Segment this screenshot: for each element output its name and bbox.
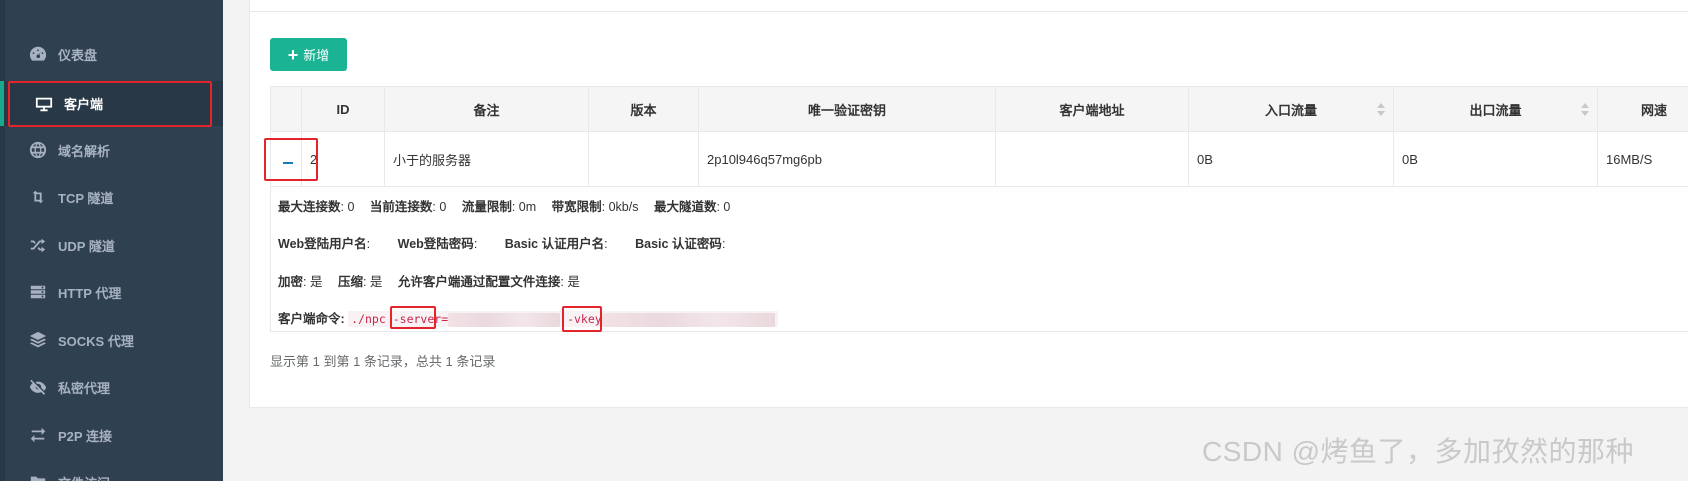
command-label: 客户端命令: (278, 312, 345, 326)
cell-version (588, 131, 699, 187)
sidebar-item-label: UDP 隧道 (58, 238, 115, 254)
sidebar-item-socks[interactable]: SOCKS 代理 (0, 320, 223, 360)
col-header-addr[interactable]: 客户端地址 (995, 86, 1189, 132)
col-header-inflow[interactable]: 入口流量 (1188, 86, 1394, 132)
col-header-expand (270, 86, 302, 132)
exchange-icon (28, 425, 48, 445)
server-icon (28, 282, 48, 302)
sidebar-item-label: 客户端 (64, 97, 104, 112)
col-header-outflow[interactable]: 出口流量 (1393, 86, 1598, 132)
plus-icon: + (287, 44, 299, 65)
cell-speed: 16MB/S (1597, 131, 1688, 187)
sidebar-item-tcp[interactable]: TCP 隧道 (0, 177, 223, 217)
add-button-label: 新增 (303, 48, 330, 63)
cell-addr (995, 131, 1189, 187)
cell-remark: 小于的服务器 (384, 131, 589, 187)
sidebar-item-label: 仪表盘 (58, 47, 98, 63)
expand-toggle[interactable] (270, 131, 302, 187)
client-table: ID 备注 版本 唯一验证密钥 客户端地址 入口流量 出口流量 网速 2 小于的… (270, 86, 1688, 187)
sidebar-item-secret[interactable]: 私密代理 (0, 367, 223, 407)
sidebar-item-label: SOCKS 代理 (58, 333, 134, 349)
sidebar-item-p2p[interactable]: P2P 连接 (0, 415, 223, 455)
minus-icon[interactable] (283, 161, 293, 164)
sidebar-item-client[interactable]: 客户端 (0, 81, 223, 126)
sort-icon[interactable] (1581, 103, 1589, 117)
sidebar: 仪表盘 客户端 域名解析 TCP 隧道 UDP 隧道 HTTP 代理 SOCKS… (0, 0, 223, 481)
table-row: 2 小于的服务器 2p10l946q57mg6pb 0B 0B 16MB/S (270, 131, 1688, 187)
eye-slash-icon (28, 377, 48, 397)
detail-line-limits: 最大连接数: 0 当前连接数: 0 流量限制: 0m 带宽限制: 0kb/s 最… (278, 200, 731, 214)
sidebar-item-file[interactable]: 文件访问 (0, 462, 223, 481)
folder-icon (28, 472, 48, 481)
sidebar-item-label: 私密代理 (58, 380, 111, 396)
watermark: CSDN @烤鱼了，多加孜然的那种 (1202, 436, 1635, 467)
dashboard-icon (28, 44, 48, 64)
retweet-icon (28, 187, 48, 207)
sidebar-item-udp[interactable]: UDP 隧道 (0, 225, 223, 265)
command-code[interactable]: ./npc -server= -vkey (348, 311, 778, 327)
col-header-vkey[interactable]: 唯一验证密钥 (698, 86, 996, 132)
panel-divider (249, 11, 1688, 12)
add-button[interactable]: + 新增 (270, 38, 347, 71)
redacted-vkey (601, 312, 775, 327)
sidebar-item-label: HTTP 代理 (58, 285, 122, 301)
col-header-speed[interactable]: 网速 (1597, 86, 1688, 132)
sidebar-item-dashboard[interactable]: 仪表盘 (0, 34, 223, 74)
detail-line-command: 客户端命令: ./npc -server= -vkey (278, 308, 778, 327)
monitor-icon (34, 94, 54, 114)
random-icon (28, 235, 48, 255)
detail-line-auth: Web登陆用户名: Web登陆密码: Basic 认证用户名: Basic 认证… (278, 237, 726, 251)
sidebar-item-label: TCP 隧道 (58, 190, 114, 206)
col-header-remark[interactable]: 备注 (384, 86, 589, 132)
globe-icon (28, 140, 48, 160)
sidebar-item-label: 文件访问 (58, 473, 110, 481)
layers-icon (28, 330, 48, 350)
sidebar-item-http[interactable]: HTTP 代理 (0, 272, 223, 312)
cell-vkey: 2p10l946q57mg6pb (698, 131, 996, 187)
sort-icon[interactable] (1377, 103, 1385, 117)
sidebar-item-domain[interactable]: 域名解析 (0, 130, 223, 170)
cell-outflow: 0B (1393, 131, 1598, 187)
sidebar-item-label: 域名解析 (58, 143, 111, 159)
cell-id: 2 (301, 131, 385, 187)
table-header-row: ID 备注 版本 唯一验证密钥 客户端地址 入口流量 出口流量 网速 (270, 86, 1688, 132)
sidebar-item-label: P2P 连接 (58, 428, 112, 444)
pagination-info: 显示第 1 到第 1 条记录，总共 1 条记录 (270, 354, 496, 369)
col-header-version[interactable]: 版本 (588, 86, 699, 132)
cell-inflow: 0B (1188, 131, 1394, 187)
detail-line-options: 加密: 是 压缩: 是 允许客户端通过配置文件连接: 是 (278, 275, 580, 289)
col-header-id[interactable]: ID (301, 86, 385, 132)
redacted-server (448, 312, 561, 327)
